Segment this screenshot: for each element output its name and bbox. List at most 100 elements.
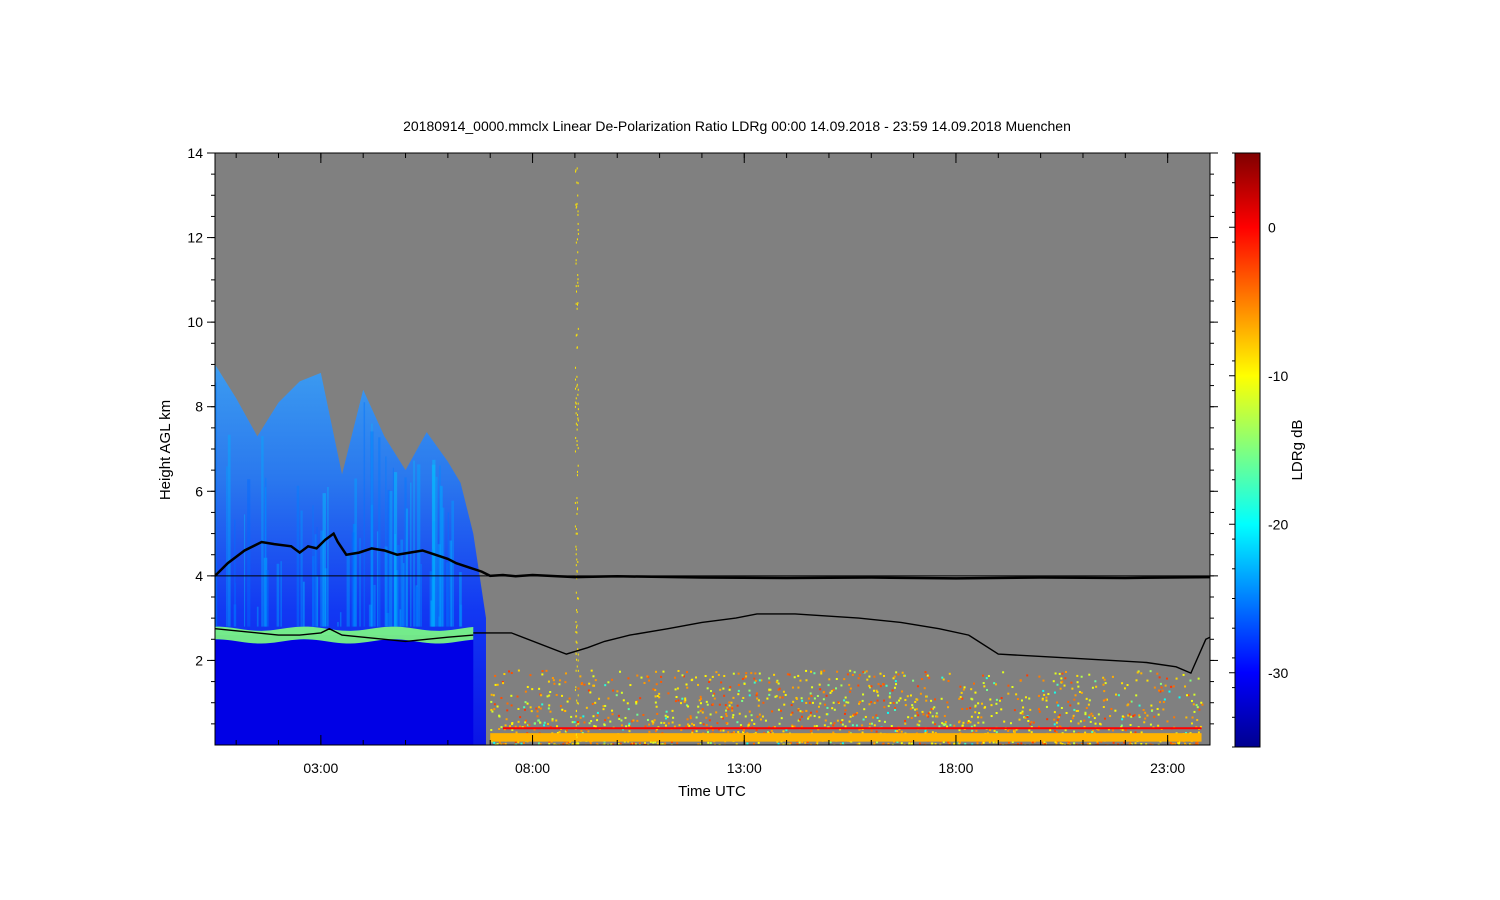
clutter-pixel — [677, 669, 680, 672]
spike-pixel — [577, 653, 579, 656]
clutter-pixel — [1072, 714, 1075, 717]
clutter-pixel — [914, 708, 917, 711]
clutter-pixel — [709, 742, 712, 745]
clutter-pixel — [922, 713, 925, 716]
clutter-pixel — [520, 742, 523, 745]
clutter-pixel — [1080, 675, 1083, 678]
fall-streak — [337, 622, 339, 627]
clutter-pixel — [607, 697, 610, 700]
fall-streak — [449, 540, 453, 627]
clutter-pixel — [829, 722, 832, 725]
clutter-pixel — [523, 706, 526, 709]
clutter-pixel — [753, 677, 756, 680]
clutter-pixel — [660, 721, 663, 724]
clutter-pixel — [1175, 677, 1178, 680]
clutter-pixel — [579, 716, 582, 719]
clutter-pixel — [665, 710, 668, 713]
x-tick-label: 18:00 — [938, 760, 973, 776]
clutter-pixel — [1129, 731, 1132, 734]
clutter-pixel — [931, 721, 934, 724]
clutter-pixel — [990, 704, 993, 707]
clutter-pixel — [1018, 718, 1021, 721]
clutter-pixel — [711, 703, 714, 706]
clutter-pixel — [1165, 677, 1168, 680]
clutter-pixel — [636, 713, 639, 716]
clutter-pixel — [833, 708, 836, 711]
clutter-pixel — [920, 678, 923, 681]
clutter-pixel — [768, 677, 771, 680]
clutter-pixel — [990, 715, 993, 718]
clutter-pixel — [989, 698, 992, 701]
spike-pixel — [575, 710, 577, 713]
clutter-pixel — [1067, 700, 1070, 703]
clutter-pixel — [982, 741, 985, 744]
clutter-pixel — [706, 687, 709, 690]
clutter-pixel — [904, 704, 907, 707]
clutter-pixel — [745, 675, 748, 678]
clutter-pixel — [811, 701, 814, 704]
spike-pixel — [575, 387, 577, 390]
clutter-pixel — [1195, 704, 1198, 707]
spike-pixel — [575, 640, 577, 643]
clutter-pixel — [656, 712, 659, 715]
clutter-pixel — [654, 689, 657, 692]
clutter-pixel — [813, 672, 816, 675]
clutter-pixel — [498, 715, 501, 718]
clutter-pixel — [809, 692, 812, 695]
clutter-pixel — [511, 728, 514, 731]
clutter-pixel — [766, 697, 769, 700]
clutter-pixel — [848, 720, 851, 723]
y-tick-label: 8 — [195, 399, 203, 415]
clutter-pixel — [561, 708, 564, 711]
clutter-pixel — [1064, 677, 1067, 680]
clutter-pixel — [1009, 722, 1012, 725]
clutter-pixel — [1123, 741, 1126, 744]
clutter-pixel — [1109, 715, 1112, 718]
clutter-pixel — [1128, 713, 1131, 716]
clutter-pixel — [667, 692, 670, 695]
spike-pixel — [576, 626, 578, 629]
clutter-pixel — [722, 729, 725, 732]
spike-pixel — [577, 229, 579, 232]
clutter-pixel — [689, 715, 692, 718]
clutter-pixel — [636, 719, 639, 722]
clutter-pixel — [1163, 698, 1166, 701]
clutter-pixel — [548, 704, 551, 707]
clutter-pixel — [761, 715, 764, 718]
clutter-pixel — [900, 742, 903, 745]
spike-pixel — [575, 553, 577, 556]
clutter-pixel — [1028, 697, 1031, 700]
spike-pixel — [577, 723, 579, 726]
clutter-pixel — [582, 715, 585, 718]
clutter-pixel — [883, 706, 886, 709]
clutter-pixel — [596, 711, 599, 714]
clutter-pixel — [1110, 707, 1113, 710]
clutter-pixel — [1189, 679, 1192, 682]
clutter-pixel — [876, 699, 879, 702]
clutter-pixel — [755, 692, 758, 695]
y-tick-label: 12 — [187, 230, 203, 246]
clutter-pixel — [588, 682, 591, 685]
spike-pixel — [575, 733, 577, 736]
spike-pixel — [577, 222, 579, 225]
clutter-pixel — [708, 719, 711, 722]
clutter-pixel — [1103, 717, 1106, 720]
clutter-pixel — [1200, 701, 1203, 704]
clutter-pixel — [1047, 693, 1050, 696]
clutter-pixel — [1102, 683, 1105, 686]
chart-title: 20180914_0000.mmclx Linear De-Polarizati… — [403, 118, 1071, 134]
clutter-pixel — [695, 676, 698, 679]
clutter-pixel — [700, 697, 703, 700]
spike-pixel — [577, 648, 579, 651]
clutter-pixel — [868, 684, 871, 687]
clutter-pixel — [748, 722, 751, 725]
clutter-pixel — [962, 688, 965, 691]
clutter-pixel — [642, 714, 645, 717]
clutter-pixel — [565, 742, 568, 745]
clutter-pixel — [901, 671, 904, 674]
clutter-pixel — [603, 723, 606, 726]
clutter-pixel — [664, 724, 667, 727]
clutter-pixel — [732, 714, 735, 717]
clutter-pixel — [508, 670, 511, 673]
spike-pixel — [575, 630, 577, 633]
